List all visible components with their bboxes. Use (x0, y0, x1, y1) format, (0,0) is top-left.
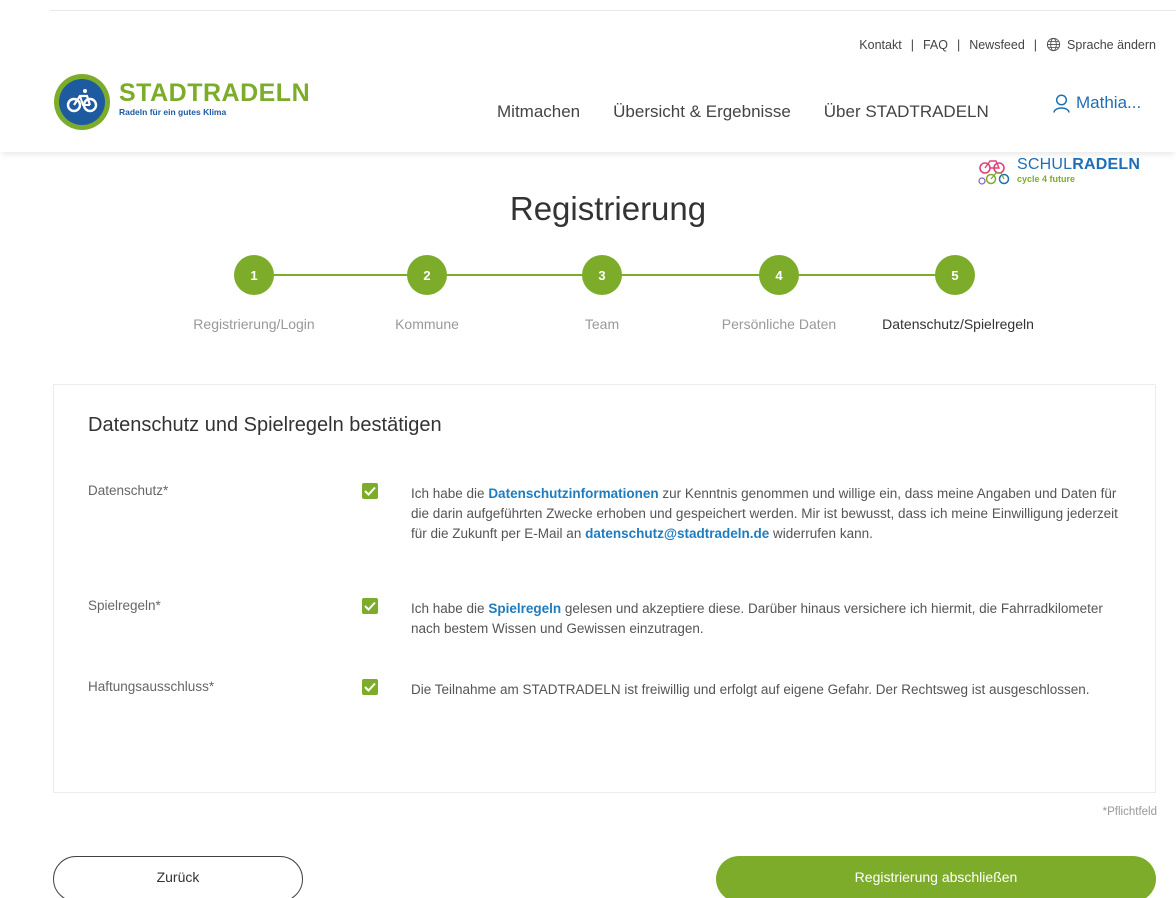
submit-registration-button[interactable]: Registrierung abschließen (716, 856, 1156, 898)
separator: | (956, 37, 961, 52)
step-3-circle: 3 (582, 255, 622, 295)
step-3-label: Team (584, 316, 620, 332)
datenschutz-info-link[interactable]: Datenschutzinformationen (488, 486, 658, 501)
spielregeln-link[interactable]: Spielregeln (488, 601, 561, 616)
site-header: Kontakt | FAQ | Newsfeed | Sprache änder… (0, 0, 1176, 152)
step-1-label: Registrierung/Login (193, 316, 315, 332)
datenschutz-checkbox[interactable] (362, 483, 378, 499)
checkmark-icon (364, 486, 376, 496)
step-2-circle: 2 (407, 255, 447, 295)
haftung-checkbox[interactable] (362, 679, 378, 695)
step-2-label: Kommune (395, 316, 459, 332)
required-note: *Pflichtfeld (1102, 806, 1157, 818)
globe-icon (1046, 37, 1061, 52)
stadtradeln-logo[interactable]: STADTRADELN Radeln für ein gutes Klima (54, 74, 310, 130)
logo-subtitle: Radeln für ein gutes Klima (119, 106, 227, 117)
utility-nav: Kontakt | FAQ | Newsfeed | Sprache änder… (859, 37, 1156, 53)
step-4-circle: 4 (759, 255, 799, 295)
logo-title: STADTRADELN (119, 78, 311, 107)
top-divider (50, 10, 1176, 11)
faq-link[interactable]: FAQ (923, 38, 948, 52)
schulradeln-bikes-icon (978, 160, 1010, 185)
nav-item-ueber[interactable]: Über STADTRADELN (824, 102, 989, 122)
nav-item-mitmachen[interactable]: Mitmachen (497, 102, 580, 122)
page-title: Registrierung (509, 190, 707, 227)
newsfeed-link[interactable]: Newsfeed (969, 38, 1025, 52)
step-1-circle: 1 (234, 255, 274, 295)
main-nav: Mitmachen Übersicht & Ergebnisse Über ST… (497, 93, 1141, 122)
separator: | (910, 37, 914, 52)
schulradeln-title: SCHULRADELN (1017, 156, 1141, 173)
contact-link[interactable]: Kontakt (859, 38, 901, 52)
spielregeln-label: Spielregeln* (88, 598, 161, 613)
card-title: Datenschutz und Spielregeln bestätigen (88, 414, 442, 436)
separator: | (1033, 37, 1038, 52)
step-4-label: Persönliche Daten (721, 316, 837, 332)
language-label: Sprache ändern (1067, 38, 1156, 52)
checkmark-icon (364, 601, 376, 611)
user-menu[interactable]: Mathia... (1053, 93, 1141, 113)
logo-bike-icon (54, 74, 110, 130)
back-button[interactable]: Zurück (53, 856, 303, 898)
spielregeln-text: Ich habe die Spielregeln gelesen und akz… (411, 601, 1103, 636)
datenschutz-email-link[interactable]: datenschutz@stadtradeln.de (585, 526, 769, 541)
user-icon (1053, 93, 1070, 113)
user-name: Mathia... (1076, 93, 1142, 112)
language-link[interactable]: Sprache ändern (1046, 37, 1156, 52)
consent-card: Datenschutz und Spielregeln bestätigen D… (53, 384, 1156, 793)
haftung-label: Haftungsausschluss* (88, 679, 215, 694)
datenschutz-text: Ich habe die Datenschutzinformationen zu… (411, 486, 1118, 541)
datenschutz-label: Datenschutz* (88, 483, 169, 498)
haftung-text: Die Teilnahme am STADTRADELN ist freiwil… (411, 682, 1090, 697)
checkmark-icon (364, 682, 376, 692)
step-5-circle: 5 (935, 255, 975, 295)
spielregeln-checkbox[interactable] (362, 598, 378, 614)
step-5-label: Datenschutz/Spielregeln (882, 316, 1034, 332)
schulradeln-subtitle: cycle 4 future (1017, 174, 1076, 184)
schulradeln-logo[interactable]: SCHULRADELN cycle 4 future (977, 157, 1140, 187)
nav-item-uebersicht[interactable]: Übersicht & Ergebnisse (613, 102, 791, 122)
